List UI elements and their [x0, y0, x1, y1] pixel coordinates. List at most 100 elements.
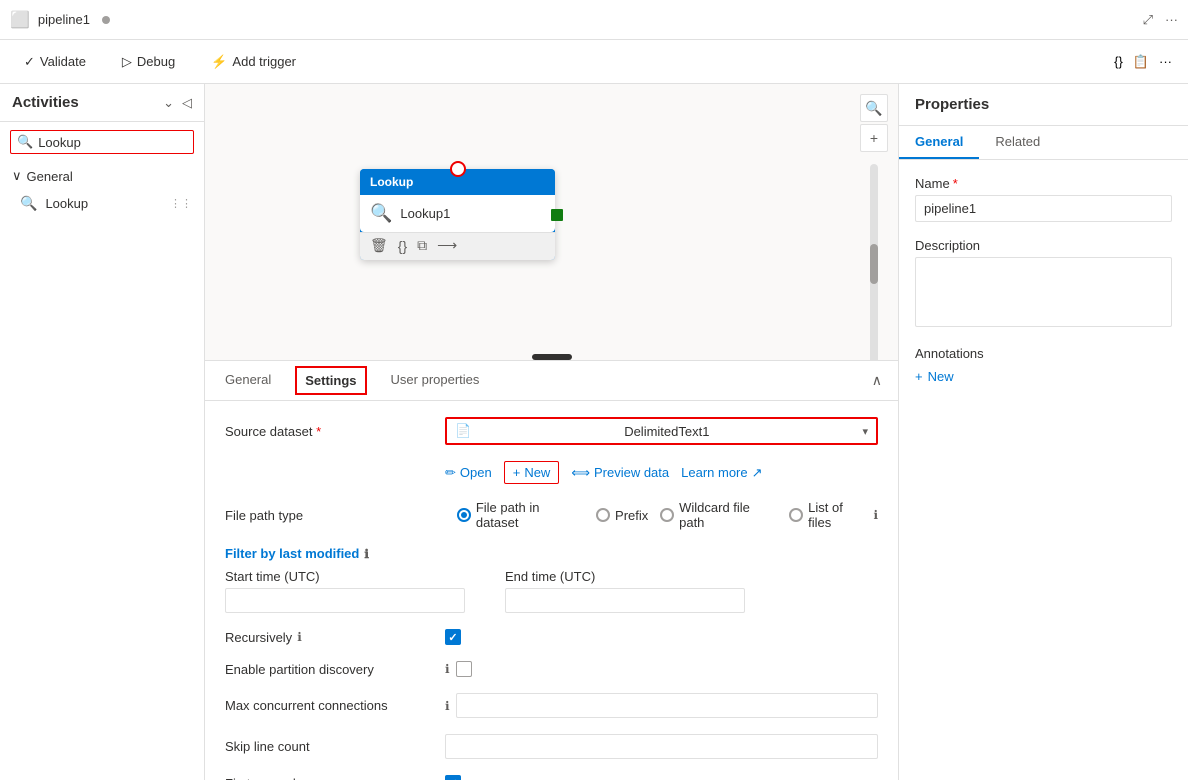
activity-icon: 🔍 [370, 203, 392, 224]
prop-tab-general[interactable]: General [899, 126, 979, 159]
dataset-actions-row: ✏ Open + New ⟺ Preview data Learn more [225, 453, 878, 484]
annotations-section: Annotations + New [915, 346, 1172, 384]
code-icon[interactable]: {} [1114, 54, 1123, 70]
zoom-search-button[interactable]: 🔍 [860, 94, 888, 122]
new-button[interactable]: + New [504, 461, 560, 484]
canvas-divider [532, 354, 572, 360]
canvas-area: Lookup 🔍 Lookup1 🗑 {} ⧉ ⟶ 🔍 + [205, 84, 898, 780]
recursively-label: Recursively ℹ [225, 630, 445, 645]
canvas[interactable]: Lookup 🔍 Lookup1 🗑 {} ⧉ ⟶ 🔍 + [205, 84, 898, 360]
radio-btn-selected[interactable] [457, 508, 471, 522]
toolbar: ✓ Validate ▷ Debug ⚡ Add trigger {} 📋 ··… [0, 40, 1188, 84]
hide-icon[interactable]: ◁ [182, 95, 192, 111]
collapse-panel-button[interactable]: ∧ [872, 372, 882, 389]
search-input[interactable] [38, 135, 187, 150]
first-row-only-checkbox[interactable] [445, 775, 461, 780]
properties-tabs: General Related [899, 126, 1188, 160]
plus-icon: + [513, 465, 521, 480]
list-of-files-info-icon[interactable]: ℹ [873, 508, 878, 522]
radio-file-path-in-dataset[interactable]: File path in dataset [457, 500, 584, 530]
tab-settings[interactable]: Settings [295, 366, 366, 395]
debug-icon: ▷ [122, 54, 132, 70]
sidebar-item-lookup[interactable]: 🔍 Lookup ⋮⋮ [0, 190, 204, 217]
collapse-icon[interactable]: ⌄ [163, 95, 174, 111]
node-connector-right [551, 209, 563, 221]
name-field: Name * [915, 176, 1172, 222]
bottom-panel: General Settings User properties ∧ Sourc… [205, 360, 898, 780]
preview-data-button[interactable]: ⟺ Preview data [571, 465, 669, 481]
partition-discovery-control: ℹ [445, 661, 472, 677]
title-bar-actions: ⤢ ··· [1143, 12, 1178, 28]
learn-more-button[interactable]: Learn more ↗ [681, 465, 762, 481]
delete-icon[interactable]: 🗑 [370, 237, 388, 254]
recursively-info-icon[interactable]: ℹ [297, 630, 302, 644]
add-trigger-button[interactable]: ⚡ Add trigger [203, 50, 304, 74]
end-time-label: End time (UTC) [505, 569, 745, 584]
sidebar-icons: ⌄ ◁ [163, 95, 192, 111]
tab-user-properties[interactable]: User properties [387, 364, 484, 397]
max-concurrent-info-icon[interactable]: ℹ [445, 699, 450, 713]
add-annotation-button[interactable]: + New [915, 369, 1172, 384]
maximize-icon[interactable]: ⤢ [1143, 12, 1153, 28]
arrow-icon[interactable]: ⟶ [437, 237, 457, 254]
partition-discovery-checkbox[interactable] [456, 661, 472, 677]
end-time-group: End time (UTC) [505, 569, 745, 613]
skip-line-count-row: Skip line count [225, 734, 878, 759]
name-required: * [953, 176, 958, 191]
radio-prefix[interactable]: Prefix [596, 508, 648, 523]
skip-line-count-input[interactable] [445, 734, 878, 759]
filter-info-icon[interactable]: ℹ [364, 547, 369, 561]
source-dataset-label: Source dataset * [225, 424, 445, 439]
max-concurrent-control: ℹ [445, 693, 878, 718]
preview-icon: ⟺ [571, 465, 590, 481]
lookup-icon: 🔍 [20, 195, 37, 212]
start-time-input[interactable] [225, 588, 465, 613]
partition-discovery-row: Enable partition discovery ℹ [225, 661, 878, 677]
filter-section: Filter by last modified ℹ [225, 546, 878, 561]
end-time-input[interactable] [505, 588, 745, 613]
activity-node-lookup[interactable]: Lookup 🔍 Lookup1 🗑 {} ⧉ ⟶ [360, 169, 555, 260]
radio-btn-wildcard[interactable] [660, 508, 674, 522]
recursively-checkbox[interactable] [445, 629, 461, 645]
source-dataset-select[interactable]: 📄 DelimitedText1 ▾ [445, 417, 878, 445]
validate-button[interactable]: ✓ Validate [16, 50, 94, 74]
skip-line-count-control [445, 734, 878, 759]
pipeline-title: pipeline1 [38, 12, 90, 27]
file-path-label: File path type [225, 508, 445, 523]
radio-btn-prefix[interactable] [596, 508, 610, 522]
chevron-icon: ∨ [12, 168, 22, 184]
properties-title: Properties [899, 84, 1188, 126]
edit-icon: ✏ [445, 465, 456, 481]
sidebar-search[interactable]: 🔍 [10, 130, 194, 154]
search-icon: 🔍 [17, 134, 33, 150]
node-actions: 🗑 {} ⧉ ⟶ [360, 232, 555, 260]
zoom-in-button[interactable]: + [860, 124, 888, 152]
radio-btn-list[interactable] [789, 508, 803, 522]
more-options-icon[interactable]: ··· [1165, 12, 1178, 28]
activity-label: Lookup1 [400, 206, 450, 221]
drag-handle: ⋮⋮ [170, 197, 192, 210]
sidebar-section-header[interactable]: ∨ General [12, 168, 192, 184]
first-row-only-row: First row only [225, 775, 878, 780]
open-button[interactable]: ✏ Open [445, 465, 492, 481]
description-textarea[interactable] [915, 257, 1172, 327]
radio-list-of-files[interactable]: List of files ℹ [789, 500, 878, 530]
dashboard-icon[interactable]: 📋 [1133, 54, 1149, 70]
radio-wildcard[interactable]: Wildcard file path [660, 500, 777, 530]
plus-annotation-icon: + [915, 369, 923, 384]
name-input[interactable] [915, 195, 1172, 222]
max-concurrent-row: Max concurrent connections ℹ [225, 693, 878, 718]
code-action-icon[interactable]: {} [398, 238, 407, 254]
debug-button[interactable]: ▷ Debug [114, 50, 183, 74]
partition-info-icon[interactable]: ℹ [445, 662, 450, 676]
external-link-icon: ↗ [752, 465, 763, 481]
filter-label: Filter by last modified ℹ [225, 546, 878, 561]
canvas-scrollbar[interactable] [870, 164, 878, 360]
max-concurrent-input[interactable] [456, 693, 878, 718]
tab-general[interactable]: General [221, 364, 275, 397]
node-connector-top [450, 161, 466, 177]
more-icon[interactable]: ··· [1159, 54, 1172, 70]
copy-icon[interactable]: ⧉ [417, 237, 427, 254]
prop-tab-related[interactable]: Related [979, 126, 1056, 159]
description-field: Description [915, 238, 1172, 330]
